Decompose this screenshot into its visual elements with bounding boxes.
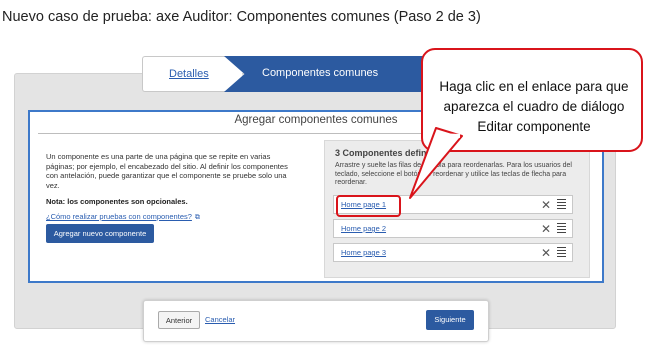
close-icon[interactable]: ✕	[541, 197, 551, 213]
wizard-footer: Anterior Cancelar Siguiente	[143, 300, 489, 342]
step-common-components: Componentes comunes	[224, 56, 452, 92]
components-description: Un componente es una parte de una página…	[46, 152, 288, 190]
drag-handle-icon[interactable]	[557, 223, 566, 234]
component-link[interactable]: Home page 2	[341, 224, 386, 233]
drag-handle-icon[interactable]	[557, 247, 566, 258]
page-title: Nuevo caso de prueba: axe Auditor: Compo…	[2, 9, 481, 25]
drag-handle-icon[interactable]	[557, 199, 566, 210]
highlight-box	[336, 195, 401, 217]
callout-text: Haga clic en el enlace para que aparezca…	[439, 79, 629, 134]
external-link-icon: ⧉	[194, 214, 200, 221]
howto-row: ¿Cómo realizar pruebas con componentes? ⧉	[46, 212, 296, 222]
components-info: Un componente es una parte de una página…	[46, 152, 296, 243]
reorder-instructions: Arrastre y suelte las filas de la tabla …	[335, 162, 572, 186]
optional-note: Nota: los componentes son opcionales.	[46, 197, 188, 206]
close-icon[interactable]: ✕	[541, 221, 551, 237]
callout-bubble: Haga clic en el enlace para que aparezca…	[421, 48, 643, 152]
component-link[interactable]: Home page 3	[341, 248, 386, 257]
component-row[interactable]: Home page 2 ✕	[333, 219, 573, 238]
component-row[interactable]: Home page 3 ✕	[333, 243, 573, 262]
close-icon[interactable]: ✕	[541, 245, 551, 261]
howto-link[interactable]: ¿Cómo realizar pruebas con componentes?	[46, 212, 192, 221]
previous-button[interactable]: Anterior	[158, 311, 200, 329]
step-common-components-label: Componentes comunes	[262, 67, 379, 79]
add-component-button[interactable]: Agregar nuevo componente	[46, 224, 154, 243]
next-button[interactable]: Siguiente	[426, 310, 474, 330]
cancel-link[interactable]: Cancelar	[205, 315, 235, 324]
step-details[interactable]: Detalles	[142, 56, 242, 92]
step-details-label[interactable]: Detalles	[169, 68, 209, 80]
